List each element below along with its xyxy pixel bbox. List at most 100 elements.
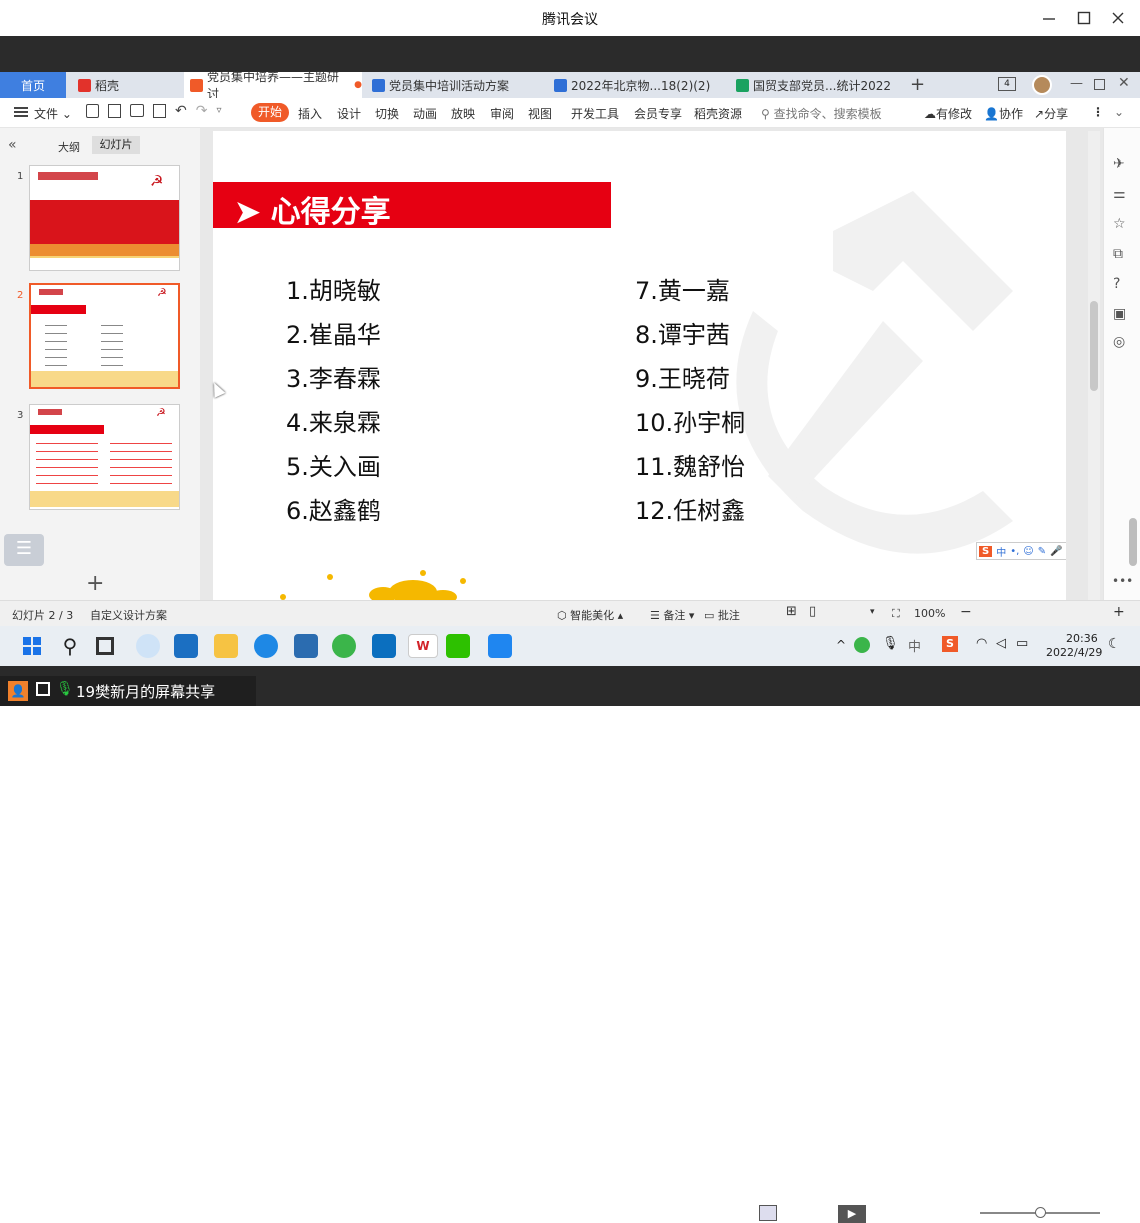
- tab-insert[interactable]: 插入: [298, 105, 322, 122]
- image-icon[interactable]: ▣: [1113, 306, 1126, 322]
- tab-review[interactable]: 审阅: [490, 105, 514, 122]
- tab-design[interactable]: 设计: [337, 105, 361, 122]
- add-slide-button[interactable]: +: [86, 571, 104, 596]
- slide-thumbnail-2-selected[interactable]: ☭: [29, 283, 180, 389]
- chevron-down-icon[interactable]: ▿: [216, 104, 221, 118]
- clock-date[interactable]: 2022/4/29: [1046, 646, 1102, 659]
- browser-e-icon[interactable]: [332, 634, 356, 658]
- tab-current-presentation[interactable]: 党员集中培养——主题研讨 ●: [184, 70, 362, 101]
- zoom-in-button[interactable]: +: [1113, 604, 1125, 620]
- sliders-icon[interactable]: ⚌: [1113, 186, 1126, 202]
- tab-member-stats[interactable]: 国贸支部党员...统计2022: [730, 72, 906, 98]
- slide-thumbnail-3[interactable]: ☭: [29, 404, 180, 510]
- zoom-out-button[interactable]: −: [960, 604, 972, 620]
- vertical-scrollbar[interactable]: [1088, 131, 1100, 600]
- wps-minimize-icon[interactable]: —: [1070, 76, 1083, 91]
- tencent-meeting-icon[interactable]: [488, 634, 512, 658]
- new-tab-button[interactable]: +: [910, 74, 925, 95]
- avatar[interactable]: [1032, 75, 1052, 95]
- outline-tab[interactable]: 大纲: [58, 139, 80, 155]
- wps-restore-icon[interactable]: [1094, 79, 1105, 90]
- share-button[interactable]: ↗分享: [1034, 105, 1068, 122]
- emoji-icon[interactable]: ☺: [1023, 546, 1033, 557]
- notification-icon[interactable]: ☾: [1108, 636, 1121, 652]
- tray-app-icon[interactable]: [854, 637, 870, 653]
- window-count-badge[interactable]: 4: [998, 77, 1016, 91]
- pen-icon[interactable]: ✎: [1038, 546, 1046, 557]
- folder-icon[interactable]: [214, 634, 238, 658]
- target-icon[interactable]: ◎: [1113, 334, 1125, 350]
- wechat-icon[interactable]: [446, 634, 470, 658]
- file-menu[interactable]: 文件 ⌄: [34, 105, 72, 122]
- smart-beautify-button[interactable]: ⬡ 智能美化 ▴: [557, 607, 623, 623]
- preview-icon[interactable]: [153, 104, 166, 118]
- help-icon[interactable]: ?: [1113, 276, 1120, 292]
- volume-icon[interactable]: ◁: [996, 636, 1006, 651]
- ime-icon[interactable]: 中: [908, 636, 921, 655]
- mic-icon[interactable]: 🎤: [1050, 546, 1062, 557]
- undo-icon[interactable]: ↶: [175, 104, 187, 118]
- menu-icon[interactable]: [14, 107, 28, 117]
- task-view-icon[interactable]: [96, 637, 114, 655]
- command-search[interactable]: ⚲ 查找命令、搜索模板: [761, 105, 882, 122]
- widgets-icon[interactable]: [136, 634, 160, 658]
- tray-chevron-icon[interactable]: ^: [836, 638, 846, 652]
- tab-developer[interactable]: 开发工具: [571, 105, 619, 122]
- tab-transition[interactable]: 切换: [375, 105, 399, 122]
- play-options-icon[interactable]: ▾: [870, 607, 875, 617]
- tab-animation[interactable]: 动画: [413, 105, 437, 122]
- wps-office-icon[interactable]: W: [408, 634, 438, 658]
- zoom-level[interactable]: 100%: [914, 607, 945, 620]
- search-icon[interactable]: ⚲: [58, 634, 82, 658]
- tab-docer-resources[interactable]: 稻壳资源: [694, 105, 742, 122]
- more-dots-icon[interactable]: •••: [1112, 574, 1133, 588]
- edge-browser-icon[interactable]: [254, 634, 278, 658]
- slide-2[interactable]: ➤ 心得分享 1.胡晓敏 2.崔晶华 3.李春霖 4.来泉霖 5.关入画 6.赵…: [213, 131, 1066, 600]
- maximize-button[interactable]: [1072, 6, 1096, 30]
- ime-toolbar[interactable]: S 中 •, ☺ ✎ 🎤 ▦: [976, 542, 1066, 560]
- annotate-button[interactable]: ▭ 批注: [704, 607, 740, 623]
- ime-mode-icon[interactable]: 中: [996, 544, 1006, 559]
- normal-view-icon[interactable]: [759, 1205, 777, 1221]
- battery-icon[interactable]: ▭: [1016, 636, 1028, 651]
- clock-time[interactable]: 20:36: [1066, 632, 1098, 645]
- more-icon[interactable]: ⋮: [1092, 105, 1104, 119]
- grid-view-icon[interactable]: ⊞: [786, 604, 797, 619]
- collapse-ribbon-icon[interactable]: ⌄: [1114, 105, 1124, 119]
- slideshow-icon[interactable]: ⧉: [1113, 246, 1123, 262]
- wps-close-icon[interactable]: ✕: [1118, 75, 1130, 91]
- pin-icon[interactable]: ☆: [1113, 216, 1126, 232]
- tab-home[interactable]: 首页: [0, 72, 66, 98]
- design-scheme[interactable]: 自定义设计方案: [90, 607, 167, 623]
- tab-membership[interactable]: 会员专享: [634, 105, 682, 122]
- tab-slideshow[interactable]: 放映: [451, 105, 475, 122]
- fit-window-icon[interactable]: ⛶: [892, 607, 900, 621]
- close-button[interactable]: [1106, 6, 1130, 30]
- tab-view[interactable]: 视图: [528, 105, 552, 122]
- tab-training-plan[interactable]: 党员集中培训活动方案: [366, 72, 542, 98]
- microphone-icon[interactable]: 🎙: [882, 636, 899, 651]
- collapse-panel-icon[interactable]: «: [8, 137, 17, 153]
- zoom-slider-handle[interactable]: [1035, 1207, 1046, 1218]
- start-icon[interactable]: [20, 634, 44, 658]
- slides-tab[interactable]: 幻灯片: [92, 136, 140, 154]
- punctuation-icon[interactable]: •,: [1010, 546, 1019, 557]
- export-icon[interactable]: [108, 104, 121, 118]
- list-view-icon[interactable]: ☰: [4, 534, 44, 566]
- tab-docer[interactable]: 稻壳: [72, 72, 182, 98]
- rail-scroll-thumb[interactable]: [1129, 518, 1137, 566]
- print-icon[interactable]: [130, 104, 144, 117]
- redo-icon[interactable]: ↷: [196, 104, 208, 118]
- tab-start[interactable]: 开始: [251, 103, 289, 122]
- collab-button[interactable]: 👤协作: [984, 105, 1023, 122]
- slide-thumbnail-1[interactable]: ☭: [29, 165, 180, 271]
- store-icon[interactable]: [294, 634, 318, 658]
- sogou-tray-icon[interactable]: S: [942, 636, 958, 652]
- wifi-icon[interactable]: ◠: [976, 636, 987, 651]
- play-button[interactable]: ▶: [838, 1205, 866, 1223]
- reading-view-icon[interactable]: ▯: [809, 604, 816, 619]
- minimize-button[interactable]: [1037, 6, 1061, 30]
- save-icon[interactable]: [86, 104, 99, 118]
- scrollbar-thumb[interactable]: [1090, 301, 1098, 391]
- mail-icon[interactable]: [174, 634, 198, 658]
